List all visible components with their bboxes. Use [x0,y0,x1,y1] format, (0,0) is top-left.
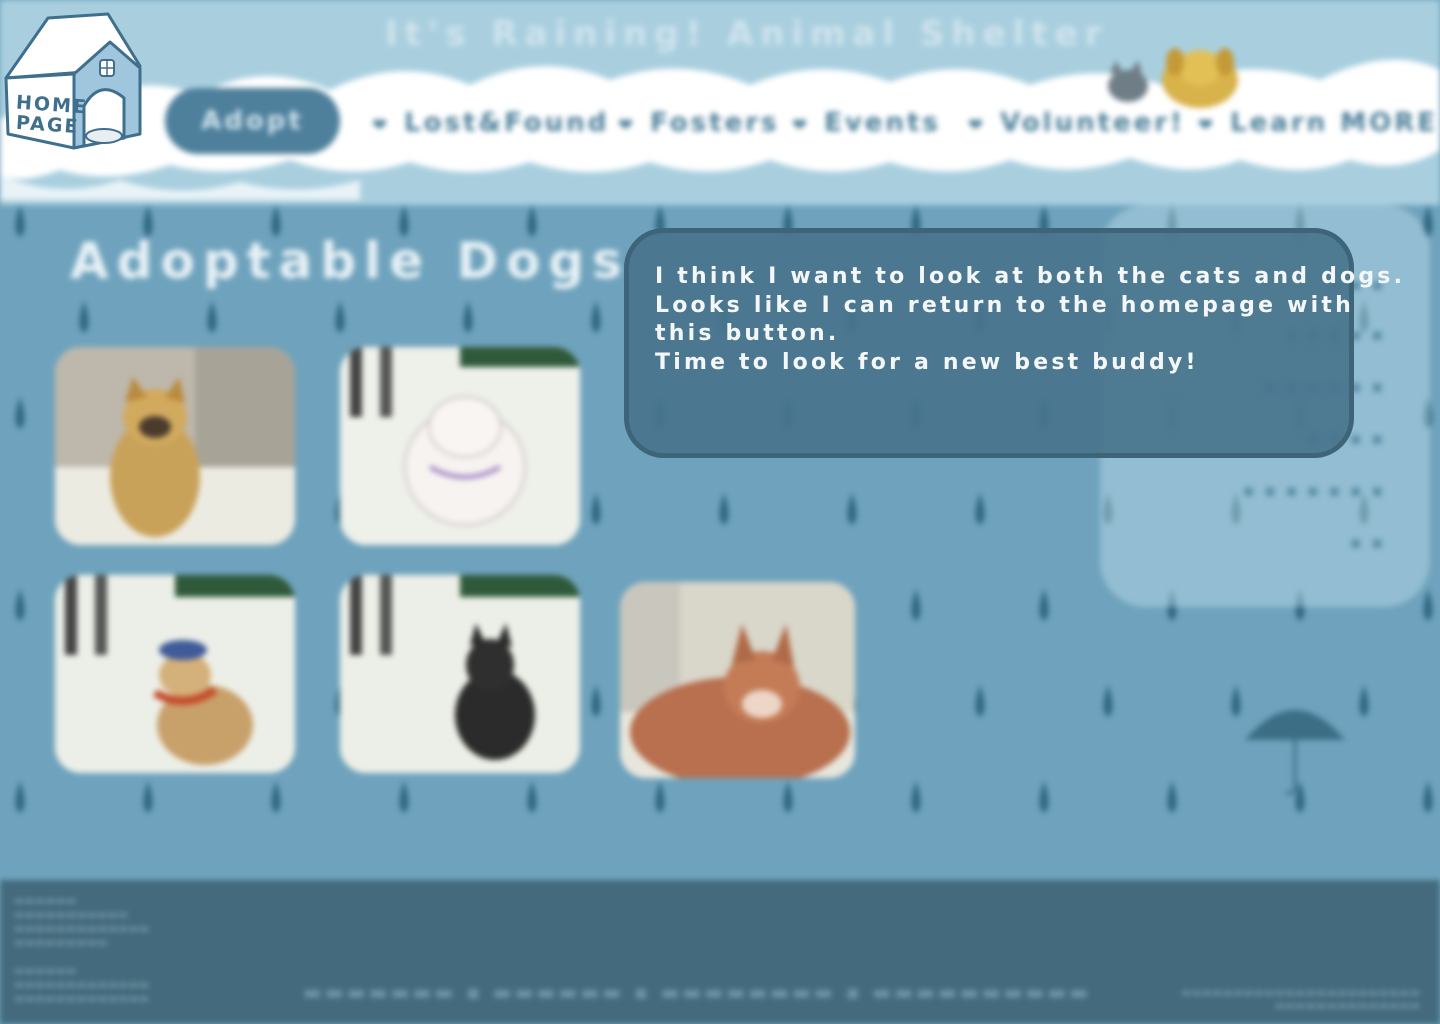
nav-learn-more[interactable]: ❤ Learn MORE [1198,108,1438,138]
rain-drop [591,685,601,717]
paw-icon: ❤ [1198,115,1217,136]
nav-label: Events [824,108,941,138]
rain-drop [719,493,729,525]
rain-drop [399,781,409,813]
paw-icon: ❤ [618,115,637,136]
dog-card-brown-pug[interactable] [55,347,295,545]
rain-drop [783,781,793,813]
rain-drop [975,685,985,717]
paw-icon: ❤ [968,115,987,136]
nav-events[interactable]: ❤ Events [792,108,941,138]
dog-image [55,575,295,773]
site-title: It's Raining! Animal Shelter [385,14,1109,54]
rain-drop [1423,589,1433,621]
rain-drop [335,301,345,333]
nav-volunteer[interactable]: ❤ Volunteer! [968,108,1185,138]
rain-drop [527,781,537,813]
rain-drop [207,301,217,333]
dialog-line: Looks like I can return to the homepage … [655,292,1354,318]
footer-links: ▬▬▬▬▬▬▬ ▪ ▬▬▬▬▬▬ ▪ ▬▬▬▬▬▬▬▬ ▪ ▬▬▬▬▬▬▬▬▬▬ [303,980,1092,1004]
rain-drop [1167,781,1177,813]
rain-drop [591,493,601,525]
side-link: ▪ ▪ ▪ ▪ ▪ ▪ ▪ [1242,481,1385,501]
dog-image [55,347,295,545]
rain-drop [271,781,281,813]
rain-drop [591,301,601,333]
rain-drop [15,781,25,813]
rain-drop [1359,685,1369,717]
rain-drop [911,781,921,813]
dog-card-beret-scarf[interactable] [55,575,295,773]
mascot-dog-icon [1162,48,1238,108]
nav-adopt[interactable]: Adopt [165,88,340,154]
dog-card-black[interactable] [340,575,580,773]
rain-drop [1039,589,1049,621]
footer-copyright: ▬▬▬▬▬▬▬▬▬▬▬▬▬▬▬▬▬▬▬▬▬▬▬ ▬▬▬▬▬▬▬▬▬▬▬▬▬▬ [1180,986,1420,1012]
rain-drop [1423,781,1433,813]
nav-label: Volunteer! [1000,108,1185,138]
dialog-line: this button. [655,321,840,346]
nav-label: Learn MORE [1230,108,1438,138]
footer-info: ▬▬▬▬▬▬ ▬▬▬▬▬▬▬▬▬▬▬ ▬▬▬▬▬▬▬▬▬▬▬▬▬ ▬▬▬▬▬▬▬… [14,894,150,1005]
dialog-line: I think I want to look at both the cats … [655,264,1406,289]
umbrella-icon [1245,710,1345,795]
dog-card-white-fluffy[interactable] [340,347,580,545]
nav-label: Fosters [650,108,780,138]
rain-drop [1103,685,1113,717]
rain-drop [975,493,985,525]
rain-drop [79,301,89,333]
rain-drop [15,397,25,429]
rain-drop [15,589,25,621]
nav-lost-found[interactable]: ❤ Lost&Found [372,108,609,138]
nav-fosters[interactable]: ❤ Fosters [618,108,780,138]
dog-image [340,347,580,545]
nav-label: Lost&Found [404,108,610,138]
rain-drop [847,493,857,525]
rain-drop [143,781,153,813]
paw-icon: ❤ [372,115,391,136]
footer: ▬▬▬▬▬▬ ▬▬▬▬▬▬▬▬▬▬▬ ▬▬▬▬▬▬▬▬▬▬▬▬▬ ▬▬▬▬▬▬▬… [0,880,1440,1024]
paw-icon: ❤ [792,115,811,136]
blurred-background-page: It's Raining! Animal Shelter Adopt ❤ Lost… [0,0,1440,1024]
rain-drop [911,589,921,621]
home-page-button[interactable]: HOME PAGE [0,8,150,156]
rain-drop [655,781,665,813]
mascot-cat-icon [1108,60,1148,102]
home-label-line2: PAGE [15,111,81,139]
dog-image [340,575,580,773]
dialog-line: Time to look for a new best buddy! [655,349,1199,375]
page-heading: Adoptable Dogs [70,232,630,290]
rain-drop [463,301,473,333]
dog-image [620,582,855,778]
dog-card-shiba[interactable] [620,582,855,778]
side-link: ▪ ▪ [1350,533,1385,553]
dialog-box: I think I want to look at both the cats … [624,228,1406,458]
rain-drop [1039,781,1049,813]
